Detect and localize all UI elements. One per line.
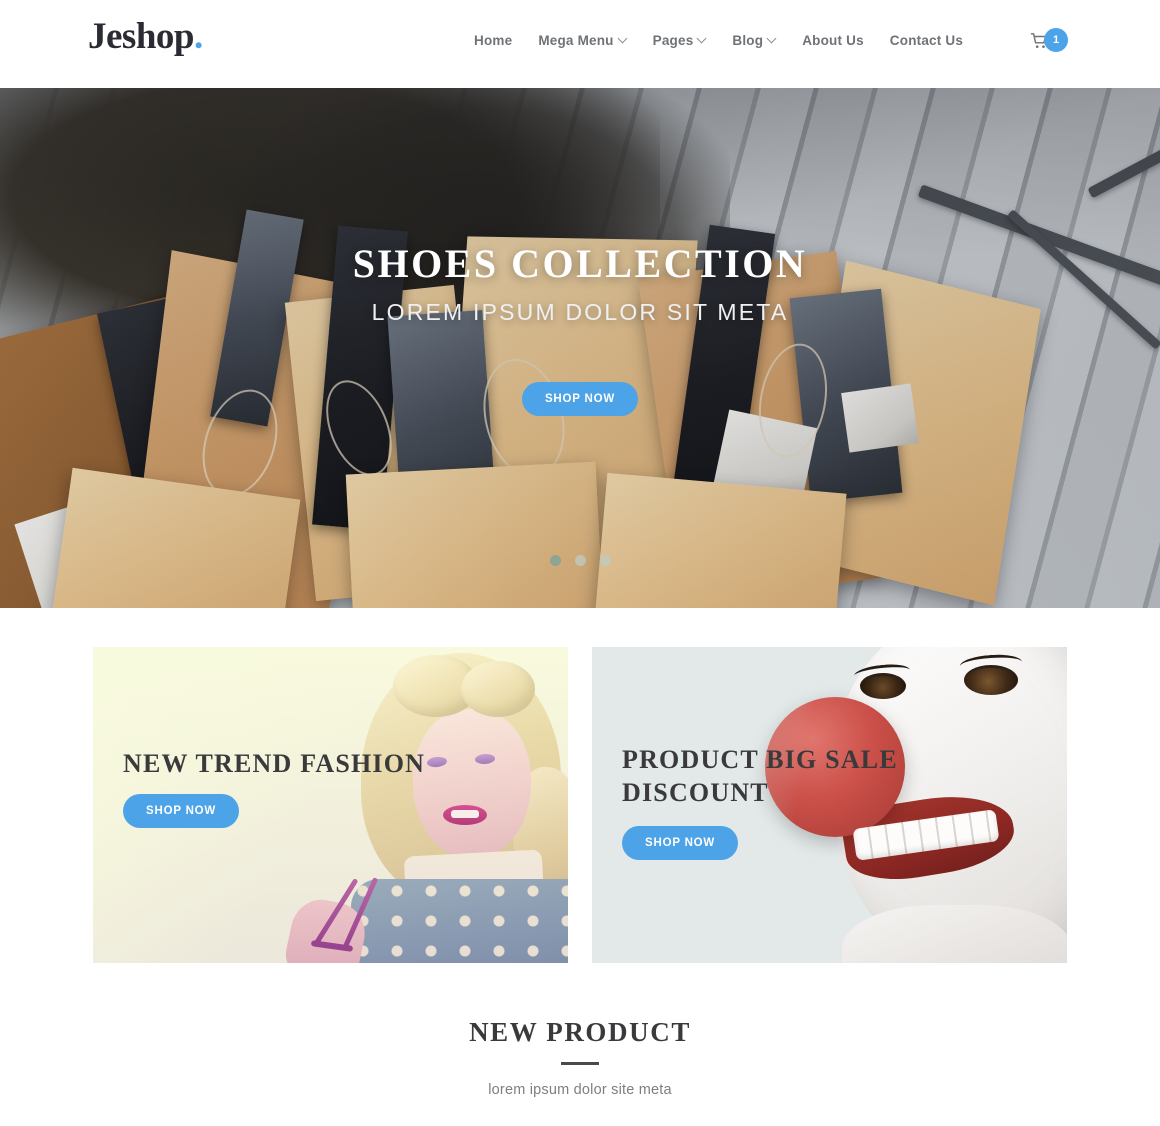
chevron-down-icon	[698, 35, 706, 43]
main-navigation: Home Mega Menu Pages Blog About Us Conta…	[474, 33, 963, 48]
promo-left-copy: NEW TREND FASHION SHOP NOW	[123, 747, 523, 829]
promo-right-copy: PRODUCT BIG SALE DISCOUNT SHOP NOW	[622, 743, 1022, 860]
nav-item-about-us[interactable]: About Us	[802, 33, 864, 48]
hero-slider: SHOES COLLECTION LOREM IPSUM DOLOR SIT M…	[0, 88, 1160, 608]
promo-right-shop-now-button[interactable]: SHOP NOW	[622, 825, 739, 860]
chevron-down-icon	[619, 35, 627, 43]
slider-dot-1[interactable]	[549, 555, 561, 566]
hero-caption: SHOES COLLECTION LOREM IPSUM DOLOR SIT M…	[0, 240, 1160, 416]
nav-label-about-us: About Us	[802, 33, 864, 48]
section-divider	[561, 1062, 599, 1065]
nav-item-pages[interactable]: Pages	[653, 33, 707, 48]
nav-item-contact-us[interactable]: Contact Us	[890, 33, 963, 48]
chevron-down-icon	[768, 35, 776, 43]
hero-title: SHOES COLLECTION	[352, 241, 808, 286]
new-product-title: NEW PRODUCT	[469, 1017, 691, 1047]
slider-indicators	[0, 555, 1160, 566]
nav-label-blog: Blog	[732, 33, 764, 48]
slider-dot-2[interactable]	[574, 555, 586, 566]
site-header: Jeshop. Home Mega Menu Pages Blog About …	[0, 0, 1160, 88]
new-product-subtitle: lorem ipsum dolor site meta	[488, 1082, 672, 1098]
promo-banner-new-trend-fashion[interactable]: NEW TREND FASHION SHOP NOW	[93, 647, 568, 963]
logo-dot: .	[193, 16, 203, 57]
hero-cta-wrapper: SHOP NOW	[0, 382, 1160, 416]
hero-subtitle: LOREM IPSUM DOLOR SIT META	[371, 299, 789, 325]
nav-item-mega-menu[interactable]: Mega Menu	[538, 33, 626, 48]
hero-shop-now-button[interactable]: SHOP NOW	[521, 382, 639, 416]
promo-right-title: PRODUCT BIG SALE DISCOUNT	[622, 745, 898, 808]
promo-banner-row: NEW TREND FASHION SHOP NOW PRODUCT BIG S…	[0, 608, 1160, 963]
nav-label-mega-menu: Mega Menu	[538, 33, 614, 48]
promo-left-cta-wrapper: SHOP NOW	[123, 794, 523, 829]
promo-left-title: NEW TREND FASHION	[123, 749, 426, 778]
site-logo[interactable]: Jeshop.	[88, 18, 203, 55]
slider-dot-3[interactable]	[599, 555, 611, 566]
promo-banner-product-big-sale[interactable]: PRODUCT BIG SALE DISCOUNT SHOP NOW	[592, 647, 1067, 963]
cart-widget[interactable]: 1	[1030, 28, 1076, 58]
promo-right-cta-wrapper: SHOP NOW	[622, 825, 1022, 860]
nav-item-blog[interactable]: Blog	[732, 33, 776, 48]
nav-label-pages: Pages	[652, 33, 694, 48]
promo-left-shop-now-button[interactable]: SHOP NOW	[123, 794, 240, 829]
logo-text: Jeshop	[88, 16, 194, 57]
nav-label-home: Home	[474, 33, 513, 48]
cart-badge-count[interactable]: 1	[1044, 28, 1068, 52]
new-product-section: NEW PRODUCT lorem ipsum dolor site meta	[0, 1017, 1160, 1098]
nav-label-contact-us: Contact Us	[889, 33, 964, 48]
nav-item-home[interactable]: Home	[474, 33, 512, 48]
